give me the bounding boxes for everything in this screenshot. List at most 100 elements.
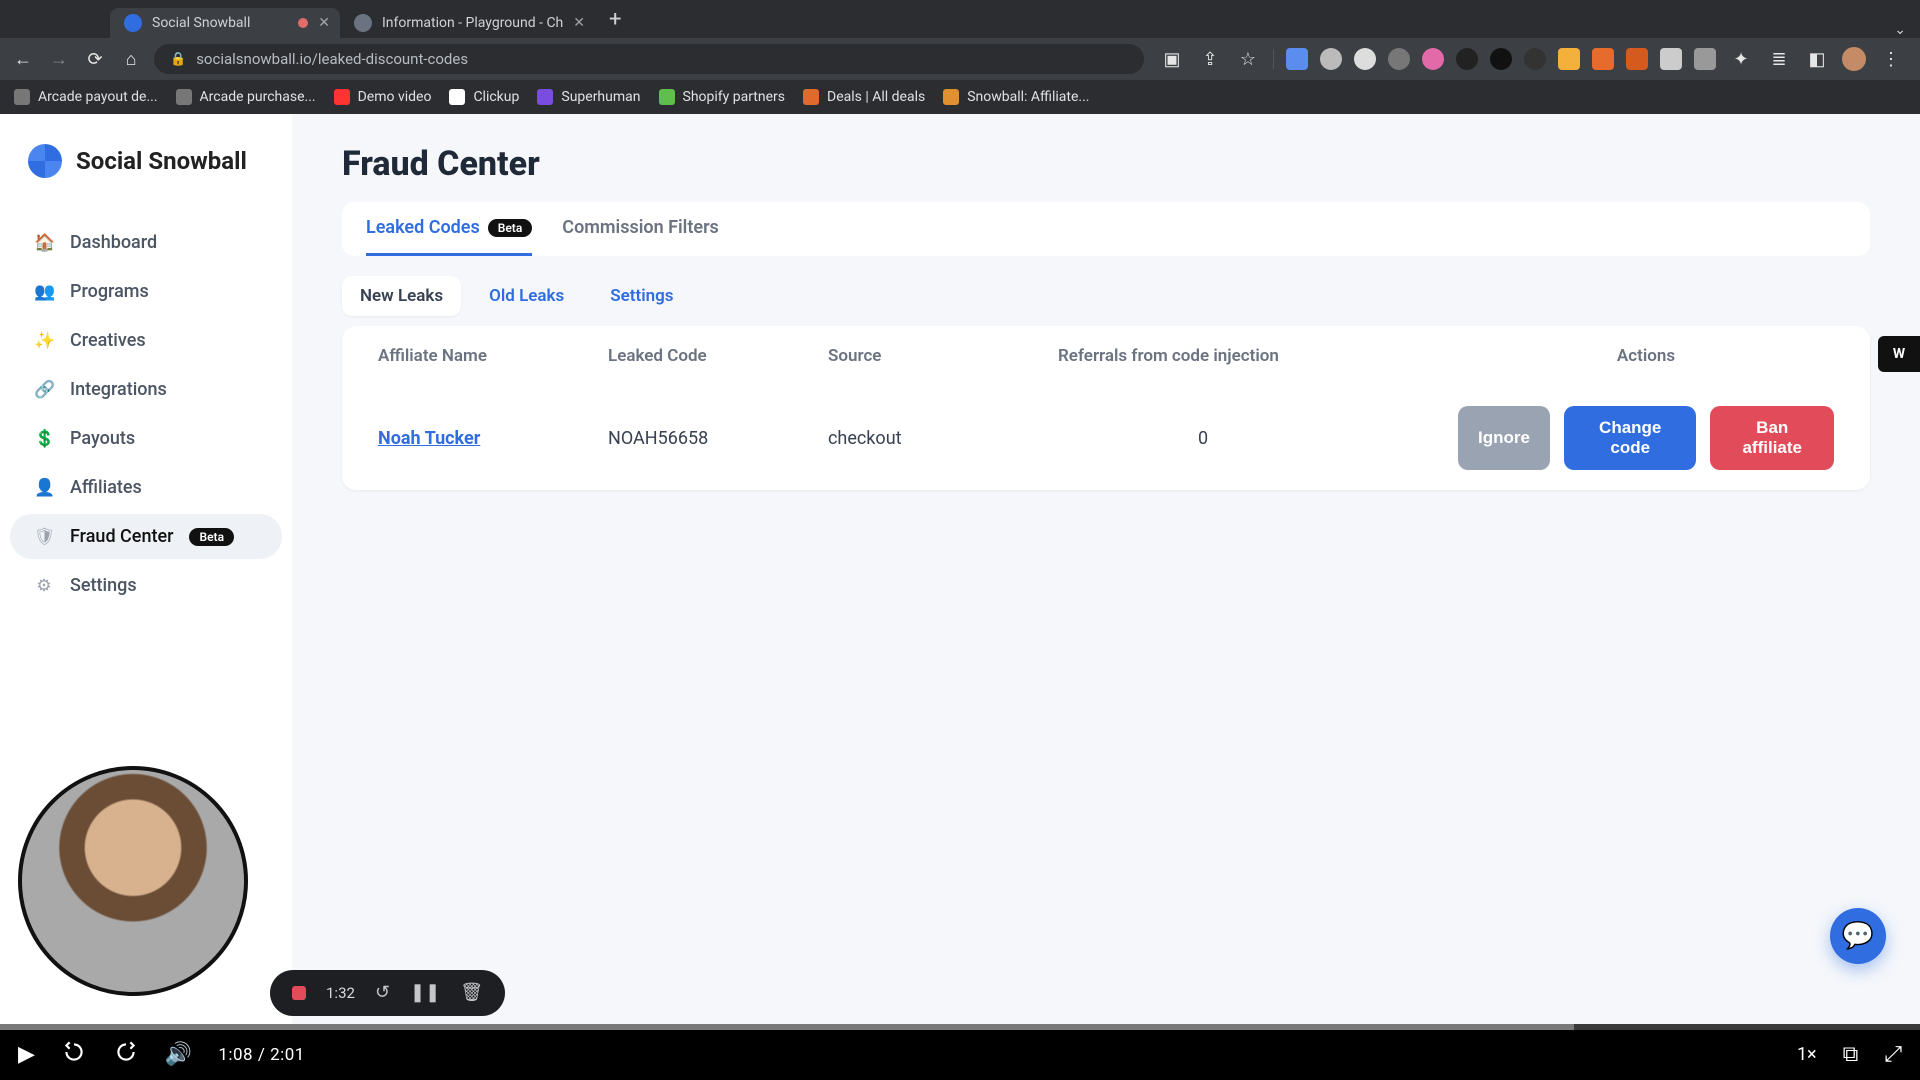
bookmark-icon (803, 89, 819, 105)
extension-icon[interactable] (1558, 48, 1580, 70)
sidebar-item-settings[interactable]: ⚙ Settings (10, 563, 282, 608)
bookmarks-bar: Arcade payout de... Arcade purchase... D… (0, 80, 1920, 114)
bookmark-item[interactable]: Clickup (449, 89, 519, 105)
extension-icon[interactable] (1592, 48, 1614, 70)
bookmark-item[interactable]: Demo video (334, 89, 432, 105)
ban-affiliate-button[interactable]: Ban affiliate (1710, 406, 1834, 470)
sidebar-item-fraud-center[interactable]: 🛡Fraud CenterBeta (10, 514, 282, 559)
people-icon: 👥 (34, 282, 54, 302)
recorder-toolbar[interactable]: 1:32 ↺ ❚❚ 🗑 (270, 970, 505, 1016)
extension-icon[interactable] (1388, 48, 1410, 70)
extension-icon[interactable] (1524, 48, 1546, 70)
sidebar-item-affiliates[interactable]: 👤Affiliates (10, 465, 282, 510)
extension-icon[interactable] (1286, 48, 1308, 70)
sidebar-item-programs[interactable]: 👥 Programs (10, 269, 282, 314)
pause-icon[interactable]: ❚❚ (410, 982, 440, 1003)
sidepanel-icon[interactable]: ◧ (1804, 46, 1830, 72)
extension-icon[interactable] (1694, 48, 1716, 70)
bookmark-item[interactable]: Snowball: Affiliate... (943, 89, 1089, 105)
close-icon[interactable]: ✕ (573, 15, 585, 31)
subtab-old-leaks[interactable]: Old Leaks (471, 276, 582, 316)
rewind-5-button[interactable] (61, 1039, 87, 1071)
dollar-icon: 💲 (34, 429, 54, 449)
beta-badge: Beta (488, 219, 533, 237)
extension-icon[interactable] (1320, 48, 1342, 70)
sidebar-item-payouts[interactable]: 💲Payouts (10, 416, 282, 461)
favicon-icon (354, 14, 372, 32)
subtab-settings[interactable]: Settings (592, 276, 691, 316)
extensions-menu-icon[interactable]: ✦ (1728, 46, 1754, 72)
col-actions: Actions (1458, 346, 1834, 366)
bookmark-icon (449, 89, 465, 105)
extension-icon[interactable] (1490, 48, 1512, 70)
ignore-button[interactable]: Ignore (1458, 406, 1550, 470)
sidebar-item-dashboard[interactable]: 🏠Dashboard (10, 220, 282, 265)
play-button[interactable]: ▶ (18, 1042, 35, 1067)
browser-tab[interactable]: Information - Playground - Ch ✕ (340, 8, 595, 38)
bookmark-item[interactable]: Arcade payout de... (14, 89, 158, 105)
brand[interactable]: Social Snowball (0, 138, 292, 218)
bookmark-item[interactable]: Arcade purchase... (176, 89, 316, 105)
row-actions: Ignore Change code Ban affiliate (1458, 406, 1834, 470)
extension-icon[interactable] (1660, 48, 1682, 70)
forward-5-button[interactable] (113, 1039, 139, 1071)
forward-button[interactable]: → (46, 46, 72, 72)
bookmark-item[interactable]: Superhuman (537, 89, 640, 105)
star-icon[interactable]: ☆ (1235, 46, 1261, 72)
page-title: Fraud Center (342, 144, 1870, 184)
browser-tab-active[interactable]: Social Snowball ✕ (110, 8, 340, 38)
share-icon[interactable]: ⇪ (1197, 46, 1223, 72)
back-button[interactable]: ← (10, 46, 36, 72)
tab-leaked-codes[interactable]: Leaked Codes Beta (366, 202, 532, 256)
chat-fab[interactable]: 💬 (1830, 908, 1886, 964)
extension-icon[interactable] (1456, 48, 1478, 70)
undo-icon[interactable]: ↺ (375, 982, 390, 1003)
home-button[interactable]: ⌂ (118, 46, 144, 72)
favicon-icon (124, 14, 142, 32)
address-bar[interactable]: 🔒 socialsnowball.io/leaked-discount-code… (154, 44, 1144, 74)
chat-icon: 💬 (1842, 921, 1874, 951)
kebab-menu-icon[interactable]: ⋮ (1878, 46, 1904, 72)
bookmark-item[interactable]: Shopify partners (659, 89, 786, 105)
bookmark-label: Superhuman (561, 89, 640, 105)
tab-commission-filters[interactable]: Commission Filters (562, 202, 719, 256)
extension-icon[interactable] (1354, 48, 1376, 70)
close-icon[interactable]: ✕ (318, 15, 330, 31)
user-icon: 👤 (34, 478, 54, 498)
sidebar-item-label: Dashboard (70, 232, 157, 253)
sidebar-item-integrations[interactable]: 🔗Integrations (10, 367, 282, 412)
browser-toolbar: ← → ⟳ ⌂ 🔒 socialsnowball.io/leaked-disco… (0, 38, 1920, 80)
reading-list-icon[interactable]: ≣ (1766, 46, 1792, 72)
tab-overflow-icon[interactable]: ⌄ (1894, 22, 1920, 38)
total-time: 2:01 (270, 1045, 305, 1065)
gear-icon: ⚙ (34, 576, 54, 596)
reload-button[interactable]: ⟳ (82, 46, 108, 72)
new-tab-button[interactable]: + (595, 7, 635, 32)
change-code-button[interactable]: Change code (1564, 406, 1697, 470)
subtab-label: Settings (610, 286, 673, 306)
subtab-label: New Leaks (360, 286, 443, 306)
affiliate-link[interactable]: Noah Tucker (378, 428, 480, 449)
divider (1273, 49, 1274, 69)
pip-button[interactable]: ⧉ (1843, 1042, 1859, 1067)
video-player-bar: ▶ 🔊 1:08 / 2:01 1× ⧉ ⤢ (0, 1024, 1920, 1080)
side-panel-tab[interactable]: W (1878, 336, 1920, 372)
main-content: Fraud Center Leaked Codes Beta Commissio… (292, 114, 1920, 1024)
extension-icon[interactable] (1422, 48, 1444, 70)
sidebar-item-creatives[interactable]: ✨Creatives (10, 318, 282, 363)
bookmark-item[interactable]: Deals | All deals (803, 89, 925, 105)
bookmark-label: Snowball: Affiliate... (967, 89, 1089, 105)
trash-icon[interactable]: 🗑 (460, 982, 483, 1003)
profile-avatar[interactable] (1842, 47, 1866, 71)
volume-button[interactable]: 🔊 (165, 1042, 192, 1067)
fullscreen-exit-button[interactable]: ⤢ (1884, 1042, 1902, 1067)
leaks-table: Affiliate Name Leaked Code Source Referr… (342, 326, 1870, 490)
bookmark-icon (659, 89, 675, 105)
install-icon[interactable]: ▣ (1159, 46, 1185, 72)
sidebar-item-label: Programs (70, 281, 149, 302)
playback-speed-button[interactable]: 1× (1797, 1044, 1817, 1065)
sidebar-item-label: Settings (70, 575, 137, 596)
subtab-new-leaks[interactable]: New Leaks (342, 276, 461, 316)
extension-icon[interactable] (1626, 48, 1648, 70)
presenter-camera (18, 766, 248, 996)
